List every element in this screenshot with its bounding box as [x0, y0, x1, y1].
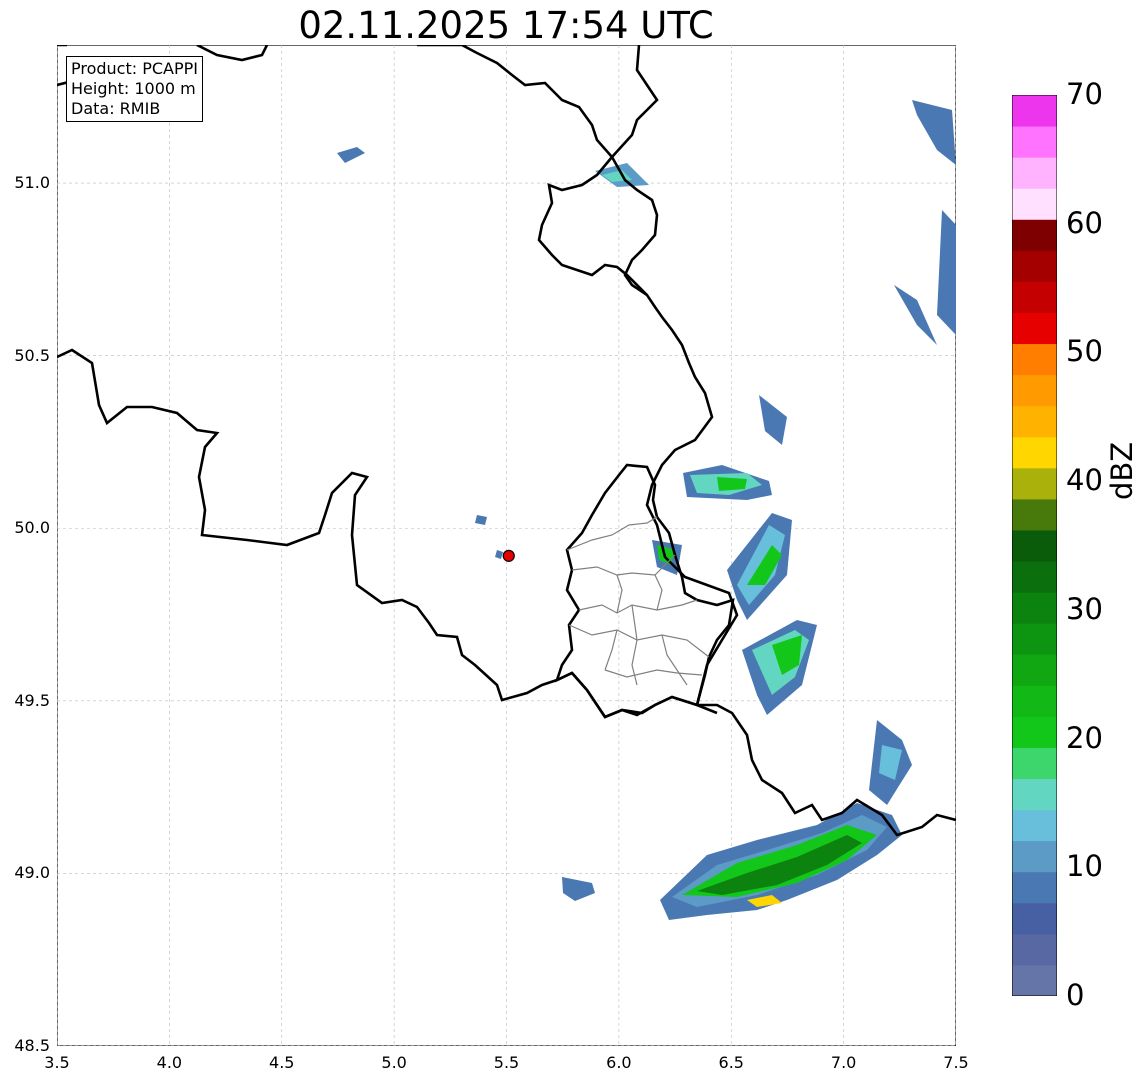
y-tick-label: 50.5 — [14, 345, 50, 365]
info-height: Height: 1000 m — [71, 79, 196, 98]
colorbar-tick-label: 40 — [1066, 463, 1103, 498]
x-tick-label: 5.0 — [381, 1053, 407, 1072]
colorbar-label: dBZ — [1105, 441, 1139, 500]
y-tick-label: 51.0 — [14, 173, 50, 193]
colorbar-cell — [1012, 436, 1057, 469]
colorbar-cell — [1012, 126, 1057, 158]
x-tick-label: 4.0 — [156, 1053, 183, 1072]
colorbar-tick-label: 50 — [1066, 334, 1103, 369]
colorbar-cell — [1012, 716, 1057, 748]
colorbar-cell — [1012, 809, 1057, 842]
x-tick-label: 5.5 — [493, 1053, 520, 1072]
colorbar-cell — [1012, 219, 1057, 251]
colorbar-cell — [1012, 188, 1057, 220]
y-tick-label: 48.5 — [14, 1036, 50, 1055]
colorbar-cell — [1012, 592, 1057, 624]
info-product: Product: PCAPPI — [71, 59, 199, 78]
colorbar-tick-label: 20 — [1066, 720, 1103, 755]
x-tick-label: 7.5 — [943, 1053, 969, 1072]
colorbar-cell — [1012, 467, 1057, 500]
colorbar-cell — [1012, 933, 1057, 966]
colorbar-cell — [1012, 250, 1057, 282]
colorbar-cell — [1012, 902, 1057, 935]
colorbar-cell — [1012, 529, 1057, 562]
y-tick-label: 49.0 — [14, 863, 50, 883]
colorbar-cell — [1012, 312, 1057, 345]
colorbar-cell — [1012, 498, 1057, 531]
x-tick-label: 4.5 — [269, 1053, 295, 1072]
colorbar-cell — [1012, 561, 1057, 593]
colorbar-tick-label: 10 — [1066, 849, 1103, 884]
x-tick-label: 6.0 — [606, 1053, 632, 1072]
colorbar-cell — [1012, 281, 1057, 313]
colorbar-cell — [1012, 964, 1057, 996]
colorbar-cell — [1012, 343, 1057, 376]
colorbar-cell — [1012, 778, 1057, 811]
colorbar-cell — [1012, 871, 1057, 904]
colorbar-cell — [1012, 374, 1057, 407]
colorbar-cell — [1012, 840, 1057, 873]
radar-site-marker[interactable] — [502, 549, 515, 562]
x-tick-label: 6.5 — [718, 1053, 744, 1072]
colorbar-tick-label: 30 — [1066, 591, 1103, 626]
colorbar-cell — [1012, 747, 1057, 780]
info-data-source: Data: RMIB — [71, 99, 161, 118]
colorbar-tick-label: 60 — [1066, 205, 1103, 240]
x-tick-label: 3.5 — [44, 1053, 70, 1072]
radar-map[interactable] — [57, 45, 956, 1046]
colorbar-cell — [1012, 654, 1057, 686]
product-info-box: Product: PCAPPI Height: 1000 m Data: RMI… — [66, 56, 204, 122]
colorbar-cell — [1012, 157, 1057, 189]
colorbar-tick-label: 70 — [1066, 77, 1103, 111]
map-title: 02.11.2025 17:54 UTC — [298, 4, 714, 47]
colorbar — [1012, 95, 1057, 996]
y-tick-label: 50.0 — [14, 518, 50, 538]
colorbar-cell — [1012, 685, 1057, 717]
y-tick-label: 49.5 — [14, 690, 50, 710]
colorbar-cell — [1012, 405, 1057, 438]
colorbar-cell — [1012, 623, 1057, 655]
map-panel[interactable] — [57, 45, 956, 1046]
colorbar-tick-label: 0 — [1066, 978, 1085, 1012]
colorbar-cell — [1012, 95, 1057, 127]
x-tick-label: 7.0 — [830, 1053, 857, 1072]
